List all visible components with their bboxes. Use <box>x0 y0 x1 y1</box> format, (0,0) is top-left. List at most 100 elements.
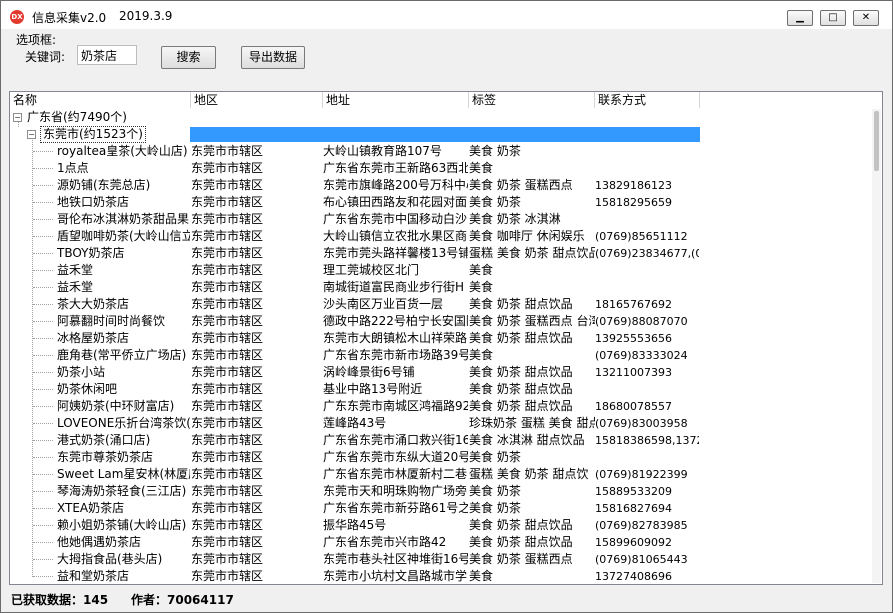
table-row[interactable]: royaltea皇茶(大岭山店) 东莞市市辖区 大岭山镇教育路107号 美食 奶茶 <box>10 143 700 160</box>
cell-name: 奶茶休闲吧 <box>57 382 118 396</box>
window-date: 2019.3.9 <box>119 9 173 23</box>
table-row[interactable]: 1点点 东莞市市辖区 广东省东莞市王新路63西北 美食 <box>10 160 700 177</box>
tree-line <box>33 321 53 322</box>
table-row[interactable]: 阿慕翻时间时尚餐饮 东莞市市辖区 德政中路222号柏宁长安国际 美食 奶茶 蛋糕西点 … <box>10 313 700 330</box>
cell-address: 涡岭峰景街6号铺 <box>323 365 415 379</box>
title-bar[interactable]: DX 信息采集v2.0 2019.3.9 ▁ □ ✕ <box>1 1 892 29</box>
cell-area: 东莞市市辖区 <box>191 501 264 515</box>
column-header: 名称 地区 地址 标签 联系方式 <box>10 92 700 108</box>
cell-address: 东莞市大朗镇松木山祥荣路 <box>323 331 468 345</box>
selection-highlight <box>190 127 700 142</box>
table-row[interactable]: 哥伦布冰淇淋奶茶甜品果 东莞市市辖区 广东省东莞市中国移动白沙 美食 奶茶 冰淇淋 <box>10 211 700 228</box>
cell-tag: 美食 <box>469 161 494 175</box>
cell-address: 布心镇田西路友和花园对面 <box>323 195 468 209</box>
collapse-icon[interactable]: − <box>13 113 22 122</box>
scrollbar-thumb[interactable] <box>874 111 879 171</box>
cell-area: 东莞市市辖区 <box>191 144 264 158</box>
table-row[interactable]: XTEA奶茶店 东莞市市辖区 广东省东莞市新芬路61号之 美食 奶茶 158168276… <box>10 500 700 517</box>
column-header-area[interactable]: 地区 <box>191 92 323 108</box>
table-row[interactable]: 港式奶茶(涌口店) 东莞市市辖区 广东省东莞市涌口救兴街16 美食 冰淇淋 甜点饮品 1… <box>10 432 700 449</box>
table-row[interactable]: LOVEONE乐折台湾茶饮(厦 东莞市市辖区 莲峰路43号 珍珠奶茶 蛋糕 美食 甜点… <box>10 415 700 432</box>
keyword-label: 关键词: <box>25 50 66 64</box>
cell-contact <box>595 262 699 279</box>
cell-name: TBOY奶茶店 <box>57 246 125 260</box>
table-row[interactable]: 他她偶遇奶茶店 东莞市市辖区 广东省东莞市兴市路42 美食 奶茶 甜点饮品 158996… <box>10 534 700 551</box>
cell-contact <box>595 279 699 296</box>
tree-line <box>33 185 53 186</box>
author-info: 作者：70064117 <box>131 593 234 607</box>
cell-name: 琴海涛奶茶轻食(三江店) <box>57 484 187 498</box>
column-header-tag[interactable]: 标签 <box>469 92 595 108</box>
tree-line <box>33 338 53 339</box>
table-row[interactable]: 冰格屋奶茶店 东莞市市辖区 东莞市大朗镇松木山祥荣路 美食 奶茶 甜点饮品 139255… <box>10 330 700 347</box>
table-row[interactable]: 益和堂奶茶店 东莞市市辖区 东莞市小坑村文昌路城市学 美食 13727408696 <box>10 568 700 584</box>
table-row[interactable]: 地铁口奶茶店 东莞市市辖区 布心镇田西路友和花园对面 美食 奶茶 15818295659 <box>10 194 700 211</box>
cell-area: 东莞市市辖区 <box>191 314 264 328</box>
column-header-contact[interactable]: 联系方式 <box>595 92 700 108</box>
tree-line <box>33 389 53 390</box>
cell-contact: (0769)81922399 <box>595 468 688 481</box>
tree-line <box>33 372 53 373</box>
table-row[interactable]: Sweet Lam星安林(林厦店)东莞市市辖区 广东省东莞市林厦新村二巷蛋糕 美食… <box>10 466 700 483</box>
tree-line <box>33 423 53 424</box>
cell-name: XTEA奶茶店 <box>57 501 125 515</box>
maximize-button[interactable]: □ <box>820 10 846 26</box>
search-button[interactable]: 搜索 <box>161 46 216 69</box>
cell-name: 阿姨奶茶(中环财富店) <box>57 399 175 413</box>
cell-contact: (0769)81065443 <box>595 553 688 566</box>
table-row[interactable]: 大拇指食品(巷头店) 东莞市市辖区 东莞市巷头社区神堆街16号 美食 奶茶 蛋糕西点 (… <box>10 551 700 568</box>
table-row[interactable]: TBOY奶茶店 东莞市市辖区 东莞市莞头路祥馨楼13号铺 蛋糕 美食 奶茶 甜点饮品(… <box>10 245 700 262</box>
cell-tag: 美食 冰淇淋 甜点饮品 <box>469 433 585 447</box>
collapse-icon[interactable]: − <box>27 130 36 139</box>
export-data-button[interactable]: 导出数据 <box>241 46 305 69</box>
maximize-icon: □ <box>828 12 838 23</box>
keyword-input[interactable] <box>77 45 137 65</box>
column-header-address[interactable]: 地址 <box>323 92 469 108</box>
table-row[interactable]: 源奶铺(东莞总店) 东莞市市辖区 东莞市旗峰路200号万科中心 美食 奶茶 蛋糕西点 1… <box>10 177 700 194</box>
table-row[interactable]: 赖小姐奶茶铺(大岭山店) 东莞市市辖区 振华路45号 美食 奶茶 甜点饮品 (0769)… <box>10 517 700 534</box>
cell-name: 益禾堂 <box>57 280 94 294</box>
cell-name: 地铁口奶茶店 <box>57 195 130 209</box>
tree-line <box>33 304 53 305</box>
cell-tag: 美食 奶茶 甜点饮品 <box>469 382 573 396</box>
cell-address: 东莞市天和明珠购物广场旁 <box>323 484 468 498</box>
close-button[interactable]: ✕ <box>853 10 879 26</box>
options-group-label: 选项框: <box>16 33 57 47</box>
cell-tag: 美食 奶茶 蛋糕西点 <box>469 178 573 192</box>
cell-area: 东莞市市辖区 <box>191 416 264 430</box>
minimize-button[interactable]: ▁ <box>787 10 813 26</box>
cell-address: 德政中路222号柏宁长安国际 <box>323 314 468 328</box>
cell-contact: 18680078557 <box>595 400 672 413</box>
cell-contact <box>595 211 699 228</box>
table-row[interactable]: 益禾堂 东莞市市辖区 理工莞城校区北门 美食 <box>10 262 700 279</box>
tree-line <box>33 457 53 458</box>
cell-name: 哥伦布冰淇淋奶茶甜品果 <box>57 212 190 226</box>
cell-name: 益和堂奶茶店 <box>57 569 130 583</box>
cell-address: 东莞市莞头路祥馨楼13号铺 <box>323 246 468 260</box>
table-row[interactable]: 盾望咖啡奶茶(大岭山信立 东莞市市辖区 大岭山镇信立农批水果区商 美食 咖啡厅 休闲娱… <box>10 228 700 245</box>
table-row[interactable]: 茶大大奶茶店 东莞市市辖区 沙头南区万业百货一层 美食 奶茶 甜点饮品 18165767… <box>10 296 700 313</box>
cell-address: 大岭山镇信立农批水果区商 <box>323 229 468 243</box>
cell-tag: 美食 奶茶 <box>469 501 521 515</box>
table-row[interactable]: 琴海涛奶茶轻食(三江店) 东莞市市辖区 东莞市天和明珠购物广场旁 美食 奶茶 15889… <box>10 483 700 500</box>
tree-node-province[interactable]: − 广东省(约7490个) <box>10 109 700 126</box>
vertical-scrollbar[interactable] <box>872 109 881 583</box>
table-row[interactable]: 奶茶小站 东莞市市辖区 涡岭峰景街6号铺 美食 奶茶 甜点饮品 13211007393 <box>10 364 700 381</box>
column-header-name[interactable]: 名称 <box>10 92 191 108</box>
results-tree-list[interactable]: 名称 地区 地址 标签 联系方式 − 广东省(约7490个) − 东莞市(约15… <box>9 91 883 585</box>
tree-node-city[interactable]: − 东莞市(约1523个) <box>10 126 700 143</box>
cell-tag: 美食 咖啡厅 休闲娱乐 <box>469 229 585 243</box>
table-row[interactable]: 鹿角巷(常平侨立广场店) 东莞市市辖区 广东省东莞市新市场路39号 美食 (0769)8… <box>10 347 700 364</box>
table-row[interactable]: 阿姨奶茶(中环财富店) 东莞市市辖区 广东东莞市南城区鸿福路92 美食 奶茶 甜点饮品… <box>10 398 700 415</box>
table-row[interactable]: 东莞市尊茶奶茶店 东莞市市辖区 广东省东莞市东纵大道20号 美食 奶茶 <box>10 449 700 466</box>
cell-address: 南城街道富民商业步行街H <box>323 280 465 294</box>
table-row[interactable]: 奶茶休闲吧 东莞市市辖区 基业中路13号附近 美食 奶茶 甜点饮品 <box>10 381 700 398</box>
tree-line <box>33 236 53 237</box>
cell-name: Sweet Lam星安林(林厦店) <box>57 467 190 481</box>
cell-address: 东莞市旗峰路200号万科中心 <box>323 178 468 192</box>
tree-line <box>33 542 53 543</box>
table-row[interactable]: 益禾堂 东莞市市辖区 南城街道富民商业步行街H 美食 <box>10 279 700 296</box>
cell-area: 东莞市市辖区 <box>191 229 264 243</box>
tree-line <box>33 406 53 407</box>
cell-contact: 13829186123 <box>595 179 672 192</box>
